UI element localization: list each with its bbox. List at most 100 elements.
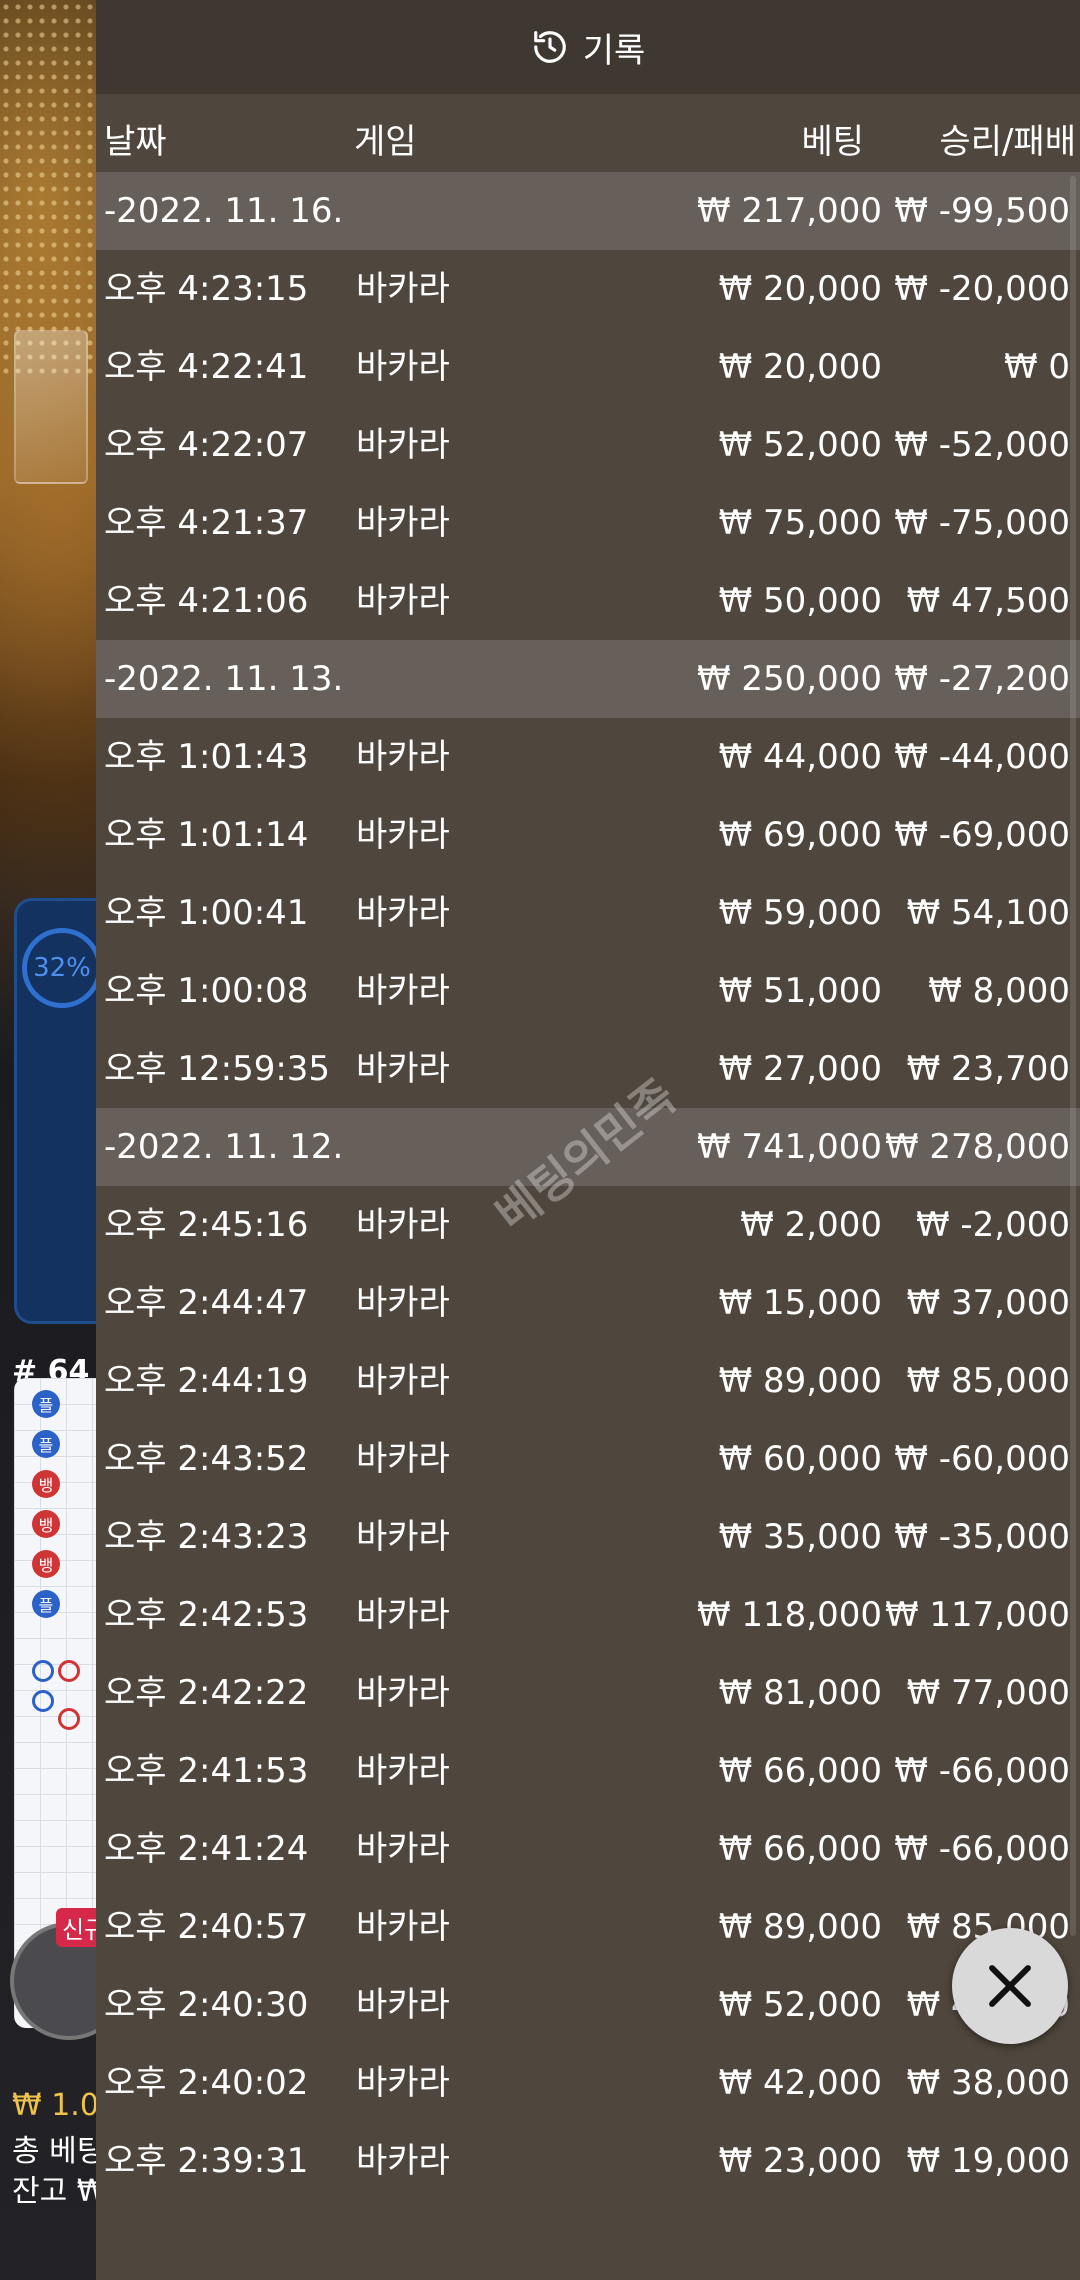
group-total-bet: ₩ 741,000 bbox=[696, 1127, 882, 1167]
row-bet: ₩ 44,000 bbox=[718, 737, 882, 777]
row-winloss: ₩ 38,000 bbox=[906, 2063, 1070, 2103]
history-row[interactable]: 오후 2:42:22 바카라 ₩ 81,000 ₩ 77,000 bbox=[96, 1654, 1080, 1732]
road-ring-red bbox=[58, 1660, 80, 1682]
page-title: 기록 bbox=[582, 30, 646, 71]
history-row[interactable]: 오후 2:42:53 바카라 ₩ 118,000 ₩ 117,000 bbox=[96, 1576, 1080, 1654]
history-row[interactable]: 오후 2:40:30바카라₩ 52,000₩ 48,000 bbox=[96, 1966, 1080, 2044]
row-time: 오후 2:45:16 bbox=[104, 1205, 309, 1245]
history-row[interactable]: 오후 1:00:08 바카라 ₩ 51,000 ₩ 8,000 bbox=[96, 952, 1080, 1030]
row-bet: ₩ 66,000 bbox=[718, 1751, 882, 1791]
row-winloss: ₩ 37,000 bbox=[906, 1283, 1070, 1323]
column-date: 날짜 bbox=[104, 122, 167, 162]
row-winloss: ₩ 77,000 bbox=[906, 1673, 1070, 1713]
row-bet: ₩ 20,000 bbox=[718, 269, 882, 309]
history-row[interactable]: 오후 4:23:15 바카라 ₩ 20,000 ₩ -20,000 bbox=[96, 250, 1080, 328]
row-bet: ₩ 15,000 bbox=[718, 1283, 882, 1323]
row-time: 오후 1:00:41 bbox=[104, 893, 309, 933]
row-game: 바카라 bbox=[356, 737, 450, 777]
row-bet: ₩ 20,000 bbox=[718, 347, 882, 387]
row-winloss: ₩ 0 bbox=[1003, 347, 1070, 387]
date-group-row[interactable]: -2022. 11. 16. ₩ 217,000 ₩ -99,500 bbox=[96, 172, 1080, 250]
row-game: 바카라 bbox=[356, 1517, 450, 1557]
row-time: 오후 2:41:53 bbox=[104, 1751, 309, 1791]
row-time: 오후 12:59:35 bbox=[104, 1049, 331, 1089]
row-winloss: ₩ -75,000 bbox=[894, 503, 1070, 543]
row-time: 오후 1:01:43 bbox=[104, 737, 309, 777]
history-row[interactable]: 오후 1:01:43 바카라 ₩ 44,000 ₩ -44,000 bbox=[96, 718, 1080, 796]
row-game: 바카라 bbox=[356, 503, 450, 543]
row-game: 바카라 bbox=[356, 1673, 450, 1713]
row-time: 오후 2:43:23 bbox=[104, 1517, 309, 1557]
history-row[interactable]: 오후 2:41:53 바카라 ₩ 66,000 ₩ -66,000 bbox=[96, 1732, 1080, 1810]
group-date: -2022. 11. 12. bbox=[104, 1127, 344, 1167]
history-row[interactable]: 오후 4:21:37 바카라 ₩ 75,000 ₩ -75,000 bbox=[96, 484, 1080, 562]
close-button[interactable] bbox=[952, 1928, 1068, 2044]
row-winloss: ₩ -35,000 bbox=[894, 1517, 1070, 1557]
history-row[interactable]: 오후 1:00:41 바카라 ₩ 59,000 ₩ 54,100 bbox=[96, 874, 1080, 952]
row-game: 바카라 bbox=[356, 1595, 450, 1635]
bead-player: 플 bbox=[32, 1390, 60, 1418]
row-game: 바카라 bbox=[356, 1907, 450, 1947]
row-bet: ₩ 60,000 bbox=[718, 1439, 882, 1479]
bead-banker: 뱅 bbox=[32, 1510, 60, 1538]
row-bet: ₩ 118,000 bbox=[696, 1595, 882, 1635]
row-winloss: ₩ 8,000 bbox=[928, 971, 1070, 1011]
bet-amount-label: ₩ 1.0 bbox=[12, 2088, 99, 2123]
row-time: 오후 4:21:37 bbox=[104, 503, 309, 543]
card-shoe bbox=[14, 330, 88, 484]
row-bet: ₩ 75,000 bbox=[718, 503, 882, 543]
row-time: 오후 2:42:53 bbox=[104, 1595, 309, 1635]
date-group-row[interactable]: -2022. 11. 13. ₩ 250,000 ₩ -27,200 bbox=[96, 640, 1080, 718]
group-total-winloss: ₩ -27,200 bbox=[894, 659, 1070, 699]
group-total-winloss: ₩ 278,000 bbox=[884, 1127, 1070, 1167]
casino-lights bbox=[0, 0, 100, 380]
row-time: 오후 2:40:57 bbox=[104, 1907, 309, 1947]
row-time: 오후 4:23:15 bbox=[104, 269, 309, 309]
row-bet: ₩ 51,000 bbox=[718, 971, 882, 1011]
row-time: 오후 2:44:47 bbox=[104, 1283, 309, 1323]
group-date: -2022. 11. 16. bbox=[104, 191, 344, 231]
balance-label: 잔고 ₩ bbox=[12, 2174, 107, 2209]
row-winloss: ₩ -66,000 bbox=[894, 1829, 1070, 1869]
row-game: 바카라 bbox=[356, 1205, 450, 1245]
history-row[interactable]: 오후 2:44:47 바카라 ₩ 15,000 ₩ 37,000 bbox=[96, 1264, 1080, 1342]
bead-banker: 뱅 bbox=[32, 1470, 60, 1498]
history-row[interactable]: 오후 2:44:19 바카라 ₩ 89,000 ₩ 85,000 bbox=[96, 1342, 1080, 1420]
row-game: 바카라 bbox=[356, 347, 450, 387]
row-winloss: ₩ 23,700 bbox=[906, 1049, 1070, 1089]
row-game: 바카라 bbox=[356, 1829, 450, 1869]
history-row[interactable]: 오후 2:39:31 바카라 ₩ 23,000 ₩ 19,000 bbox=[96, 2122, 1080, 2200]
row-game: 바카라 bbox=[356, 1985, 450, 2025]
column-bet: 베팅 bbox=[801, 122, 864, 162]
row-bet: ₩ 89,000 bbox=[718, 1361, 882, 1401]
history-row[interactable]: 오후 2:43:52 바카라 ₩ 60,000 ₩ -60,000 bbox=[96, 1420, 1080, 1498]
row-bet: ₩ 42,000 bbox=[718, 2063, 882, 2103]
history-row[interactable]: 오후 2:40:57 바카라 ₩ 89,000 ₩ 85,000 bbox=[96, 1888, 1080, 1966]
road-ring-red bbox=[58, 1708, 80, 1730]
bead-player: 플 bbox=[32, 1590, 60, 1618]
row-game: 바카라 bbox=[356, 893, 450, 933]
history-row[interactable]: 오후 4:21:06 바카라 ₩ 50,000 ₩ 47,500 bbox=[96, 562, 1080, 640]
history-row[interactable]: 오후 2:40:02 바카라 ₩ 42,000 ₩ 38,000 bbox=[96, 2044, 1080, 2122]
scrollbar[interactable] bbox=[1070, 176, 1076, 1936]
row-game: 바카라 bbox=[356, 971, 450, 1011]
row-game: 바카라 bbox=[356, 815, 450, 855]
history-row[interactable]: 오후 4:22:07 바카라 ₩ 52,000 ₩ -52,000 bbox=[96, 406, 1080, 484]
history-row[interactable]: 오후 2:43:23 바카라 ₩ 35,000 ₩ -35,000 bbox=[96, 1498, 1080, 1576]
row-winloss: ₩ 19,000 bbox=[906, 2141, 1070, 2181]
history-row[interactable]: 오후 12:59:35 바카라 ₩ 27,000 ₩ 23,700 bbox=[96, 1030, 1080, 1108]
progress-ring: 32% bbox=[22, 928, 102, 1008]
column-game: 게임 bbox=[354, 122, 417, 162]
group-total-bet: ₩ 250,000 bbox=[696, 659, 882, 699]
bead-player: 플 bbox=[32, 1430, 60, 1458]
history-row[interactable]: 오후 4:22:41 바카라 ₩ 20,000 ₩ 0 bbox=[96, 328, 1080, 406]
row-time: 오후 2:40:30 bbox=[104, 1985, 309, 2025]
row-bet: ₩ 27,000 bbox=[718, 1049, 882, 1089]
road-ring-blue bbox=[32, 1660, 54, 1682]
history-row[interactable]: 오후 2:41:24 바카라 ₩ 66,000 ₩ -66,000 bbox=[96, 1810, 1080, 1888]
group-total-winloss: ₩ -99,500 bbox=[894, 191, 1070, 231]
history-row[interactable]: 오후 2:45:16 바카라 ₩ 2,000 ₩ -2,000 bbox=[96, 1186, 1080, 1264]
row-bet: ₩ 35,000 bbox=[718, 1517, 882, 1557]
row-winloss: ₩ -2,000 bbox=[915, 1205, 1070, 1245]
history-row[interactable]: 오후 1:01:14 바카라 ₩ 69,000 ₩ -69,000 bbox=[96, 796, 1080, 874]
